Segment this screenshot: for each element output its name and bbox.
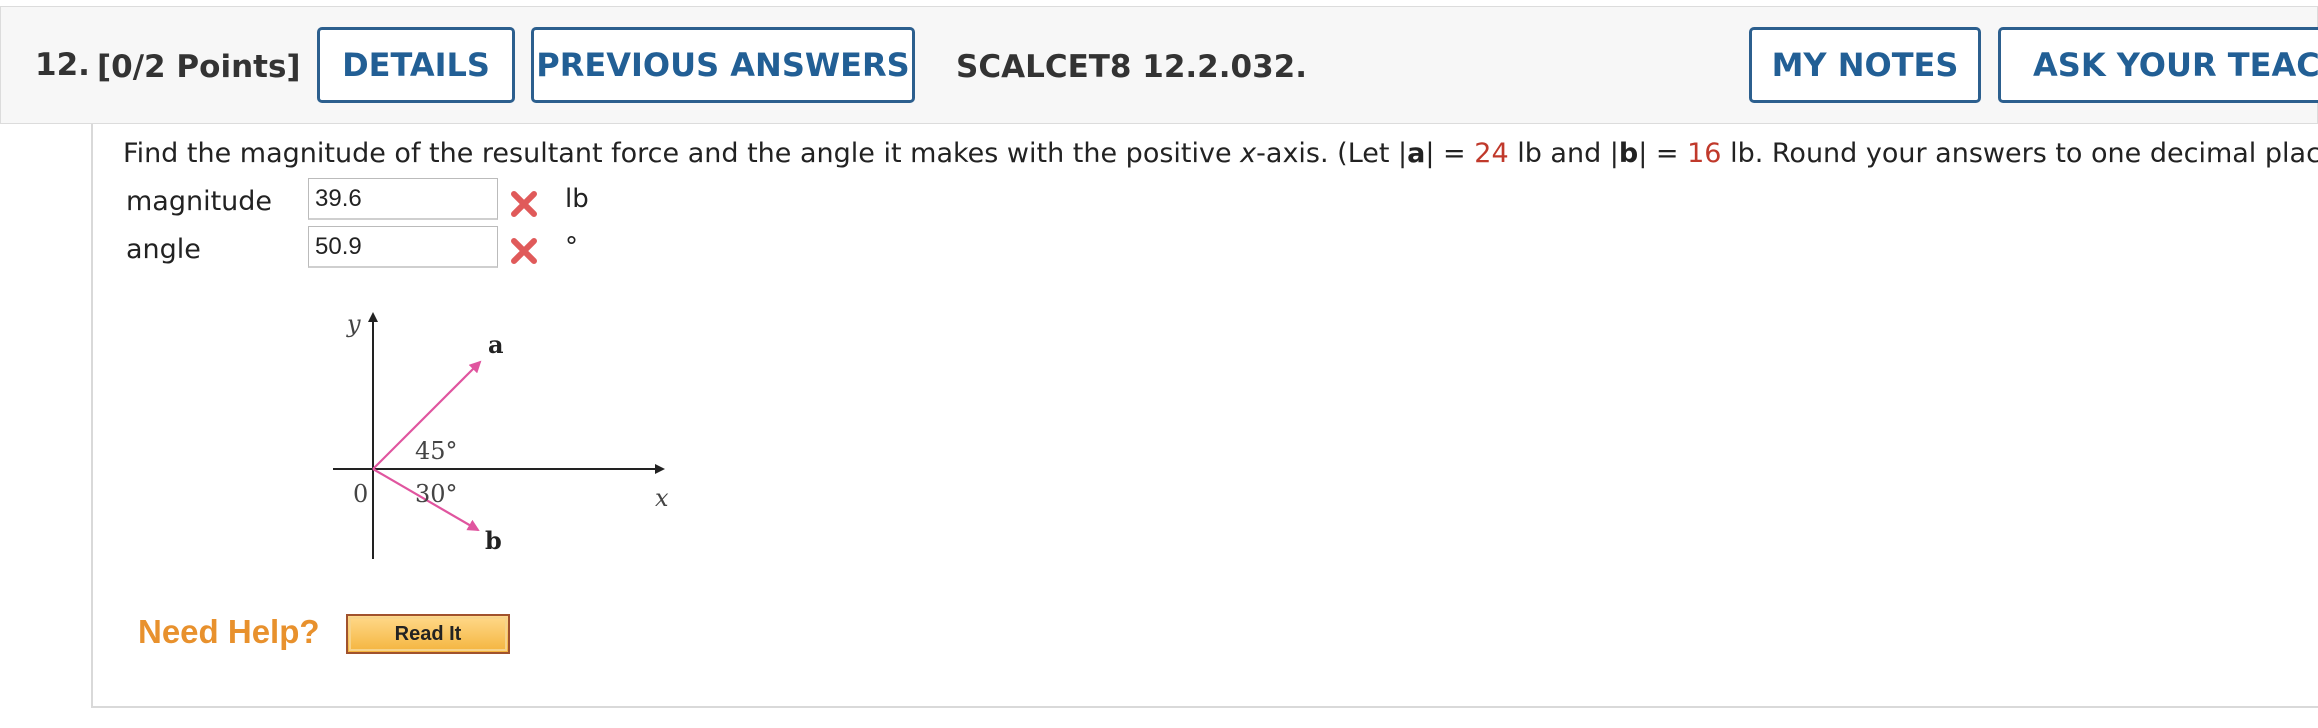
- magnitude-label: magnitude: [126, 186, 273, 217]
- prompt-text: -axis. (Let |: [1256, 138, 1408, 169]
- question-header: 12. [0/2 Points] DETAILS PREVIOUS ANSWER…: [0, 6, 2318, 124]
- angle-a-label: 45°: [415, 437, 458, 465]
- incorrect-icon: [511, 238, 537, 264]
- prompt-text: | =: [1425, 138, 1475, 169]
- question-prompt: Find the magnitude of the resultant forc…: [123, 138, 2318, 169]
- y-axis-label: y: [346, 310, 361, 338]
- angle-unit: °: [565, 232, 578, 262]
- vector-a-label: a: [488, 330, 504, 359]
- vector-diagram: y x 0 a b 45° 30°: [333, 310, 669, 559]
- question-number: 12.: [35, 47, 90, 83]
- incorrect-icon: [511, 191, 537, 217]
- given-b-magnitude: 16: [1687, 138, 1722, 169]
- prompt-x-variable: x: [1240, 138, 1257, 169]
- prompt-text: lb and |: [1508, 138, 1619, 169]
- my-notes-button[interactable]: MY NOTES: [1749, 27, 1981, 103]
- vector-b-label: b: [485, 526, 502, 555]
- prompt-text: Find the magnitude of the resultant forc…: [123, 138, 1241, 169]
- read-it-button[interactable]: Read It: [346, 614, 510, 654]
- question-content: Find the magnitude of the resultant forc…: [91, 124, 2318, 708]
- prompt-vector-a: a: [1407, 138, 1426, 169]
- prompt-text: lb. Round your answers to one decimal pl…: [1721, 138, 2318, 169]
- angle-input[interactable]: [308, 226, 498, 268]
- ask-your-teacher-button[interactable]: ASK YOUR TEACHE: [1998, 27, 2318, 103]
- angle-b-label: 30°: [415, 480, 458, 508]
- x-axis-label: x: [655, 484, 669, 512]
- previous-answers-button[interactable]: PREVIOUS ANSWERS: [531, 27, 915, 103]
- magnitude-input[interactable]: [308, 178, 498, 220]
- prompt-text: | =: [1638, 138, 1688, 169]
- given-a-magnitude: 24: [1474, 138, 1509, 169]
- magnitude-unit: lb: [565, 184, 589, 214]
- angle-label: angle: [126, 234, 201, 265]
- origin-label: 0: [353, 480, 368, 508]
- question-points: [0/2 Points]: [97, 49, 301, 85]
- need-help-label: Need Help?: [138, 613, 320, 650]
- prompt-vector-b: b: [1618, 138, 1639, 169]
- details-button[interactable]: DETAILS: [317, 27, 515, 103]
- question-source: SCALCET8 12.2.032.: [956, 49, 1308, 85]
